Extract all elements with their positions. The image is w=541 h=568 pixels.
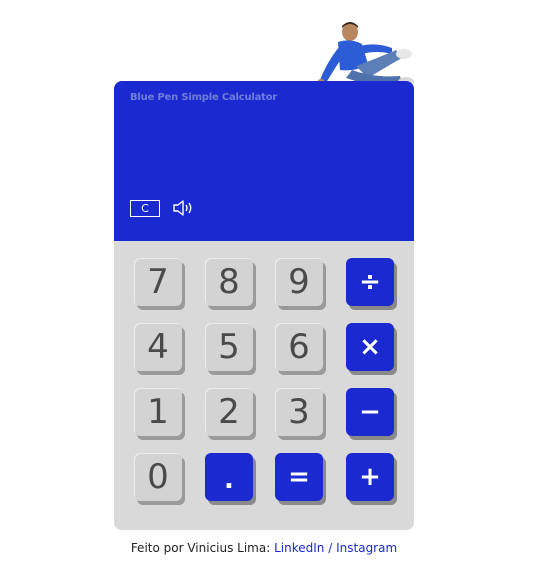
footer-credit: Feito por Vinicius Lima: bbox=[130, 541, 271, 555]
key-8[interactable]: 8 bbox=[205, 258, 253, 306]
speaker-icon[interactable] bbox=[172, 199, 196, 217]
equals-button[interactable]: = bbox=[275, 453, 323, 501]
clear-button[interactable]: C bbox=[130, 200, 160, 217]
key-1[interactable]: 1 bbox=[134, 388, 182, 436]
plus-button[interactable]: + bbox=[346, 453, 394, 501]
instagram-link[interactable]: Instagram bbox=[336, 541, 397, 555]
key-4[interactable]: 4 bbox=[134, 323, 182, 371]
footer: Feito por Vinicius Lima: LinkedIn / Inst… bbox=[0, 541, 528, 555]
app-title: Blue Pen Simple Calculator bbox=[130, 92, 278, 103]
divide-button[interactable]: ÷ bbox=[346, 258, 394, 306]
minus-button[interactable]: − bbox=[346, 388, 394, 436]
key-9[interactable]: 9 bbox=[275, 258, 323, 306]
key-3[interactable]: 3 bbox=[275, 388, 323, 436]
key-6[interactable]: 6 bbox=[275, 323, 323, 371]
key-7[interactable]: 7 bbox=[134, 258, 182, 306]
footer-separator: / bbox=[328, 541, 333, 555]
multiply-button[interactable]: × bbox=[346, 323, 394, 371]
display-panel: Blue Pen Simple Calculator C bbox=[114, 81, 414, 241]
key-2[interactable]: 2 bbox=[205, 388, 253, 436]
calculator: Blue Pen Simple Calculator C 7 8 9 ÷ 4 5… bbox=[114, 81, 414, 530]
key-0[interactable]: 0 bbox=[134, 453, 182, 501]
key-5[interactable]: 5 bbox=[205, 323, 253, 371]
linkedin-link[interactable]: LinkedIn bbox=[274, 541, 324, 555]
decimal-button[interactable]: . bbox=[205, 453, 253, 501]
